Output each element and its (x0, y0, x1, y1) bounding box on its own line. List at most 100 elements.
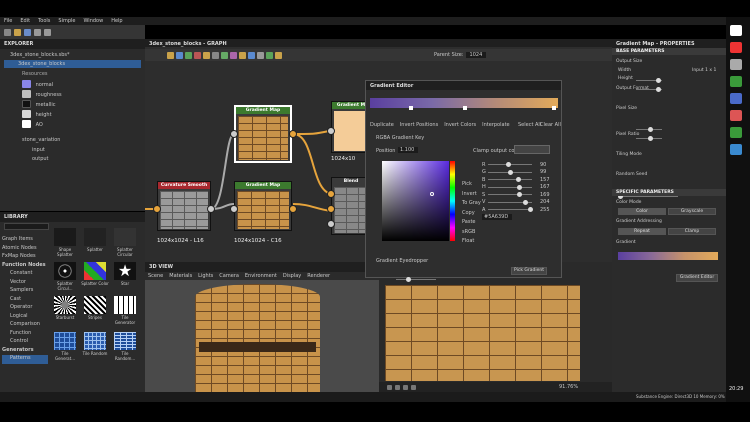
resource-normal[interactable]: normal (22, 80, 53, 88)
lib-cat-vector[interactable]: Vector (2, 279, 48, 288)
undo-icon[interactable] (34, 28, 41, 36)
taskbar-app-icon[interactable] (730, 25, 742, 36)
thumb-star[interactable]: ★ (114, 262, 136, 280)
resource-height[interactable]: height (22, 110, 52, 118)
lib-cat-comparison[interactable]: Comparison (2, 321, 48, 330)
node-output-port[interactable] (289, 205, 297, 213)
btn-invert-colors[interactable]: Invert Colors (444, 122, 476, 128)
menu-simple[interactable]: Simple (58, 18, 75, 24)
node-input-port[interactable] (327, 220, 335, 228)
lib-cat-logical[interactable]: Logical (2, 313, 48, 322)
channel-value[interactable]: 255 (540, 207, 550, 213)
thumb-splatter-circular-2[interactable] (54, 262, 76, 280)
channel-value[interactable]: 167 (540, 184, 550, 190)
color-mode-color-button[interactable]: Color (618, 208, 666, 215)
lib-cat-atomic[interactable]: Atomic Nodes (2, 245, 48, 254)
mode-paste[interactable]: Paste (462, 219, 481, 229)
color-picker-cursor[interactable] (430, 192, 434, 196)
width-value[interactable]: Input 1 x 1 (692, 68, 716, 73)
node-curvature-smooth[interactable]: Curvature Smooth (157, 181, 211, 231)
hue-strip[interactable] (450, 161, 455, 241)
pick-gradient-button[interactable]: Pick Gradient (511, 267, 547, 275)
properties-gradient-bar[interactable] (618, 252, 718, 260)
view3d-menu-environment[interactable]: Environment (245, 273, 277, 279)
menu-file[interactable]: File (4, 18, 12, 24)
btn-clear-all[interactable]: Clear All (540, 122, 561, 128)
lib-cat-cast[interactable]: Cast (2, 296, 48, 305)
explorer-graph[interactable]: 3dex_stone_blocks (4, 60, 141, 68)
2d-tool-icon[interactable] (395, 384, 400, 390)
resource-roughness[interactable]: roughness (22, 90, 62, 98)
taskbar-app-icon[interactable] (730, 42, 742, 53)
taskbar-app-icon[interactable] (730, 144, 742, 155)
taskbar-app-icon[interactable] (730, 76, 742, 87)
btn-interpolate[interactable]: Interpolate (482, 122, 509, 128)
thumb-tile-random-2[interactable] (114, 332, 136, 350)
thumb-splatter-color[interactable] (84, 262, 106, 280)
lib-cat-samplers[interactable]: Samplers (2, 287, 48, 296)
thumb-tile-generator-2[interactable] (54, 332, 76, 350)
new-file-icon[interactable] (4, 28, 11, 36)
2d-tool-icon[interactable] (387, 384, 392, 390)
eyedropper-slider[interactable] (396, 277, 436, 282)
node-output-port[interactable] (207, 205, 215, 213)
menu-edit[interactable]: Edit (20, 18, 30, 24)
node-gradient-map-2[interactable]: Gradient Map (234, 181, 292, 231)
explorer-input[interactable]: input (32, 147, 45, 153)
taskbar-app-icon[interactable] (730, 110, 742, 121)
lib-cat-function[interactable]: Function Nodes (2, 262, 48, 271)
3d-model-cylinder[interactable] (195, 284, 320, 392)
view2d-zoom[interactable]: 91.76% (559, 384, 578, 390)
random-seed-slider[interactable] (618, 194, 678, 199)
lib-cat-graph-items[interactable]: Graph Items (2, 236, 48, 245)
thumb-tile-generator[interactable] (114, 296, 136, 314)
thumb-stripes[interactable] (84, 296, 106, 314)
lib-cat-patterns[interactable]: Patterns (2, 355, 48, 364)
addressing-repeat-button[interactable]: Repeat (618, 228, 666, 235)
node-input-port[interactable] (327, 190, 335, 198)
view3d-menu-lights[interactable]: Lights (198, 273, 213, 279)
lib-cat-function-sub[interactable]: Function (2, 330, 48, 339)
menu-window[interactable]: Window (83, 18, 103, 24)
explorer-resources[interactable]: Resources (22, 71, 48, 77)
thumb-splatter[interactable] (84, 228, 106, 246)
explorer-variation[interactable]: stone_variation (22, 137, 60, 143)
view3d-menu-display[interactable]: Display (283, 273, 301, 279)
pixel-width-slider[interactable] (636, 127, 662, 132)
resource-ao[interactable]: AO (22, 120, 43, 128)
mode-srgb[interactable]: sRGB (462, 229, 481, 239)
lib-cat-fxmap[interactable]: FxMap Nodes (2, 253, 48, 262)
node-gradient-map-1[interactable]: Gradient Map (234, 105, 292, 163)
addressing-clamp-button[interactable]: Clamp (668, 228, 716, 235)
menu-help[interactable]: Help (111, 18, 122, 24)
gradient-key-handle[interactable] (463, 106, 467, 110)
mode-to-gray[interactable]: To Gray (462, 200, 481, 210)
thumb-starburst[interactable] (54, 296, 76, 314)
view3d-menu-renderer[interactable]: Renderer (307, 273, 330, 279)
node-output-port[interactable] (289, 130, 297, 138)
node-input-port[interactable] (230, 205, 238, 213)
channel-value[interactable]: 90 (540, 162, 546, 168)
gradient-key-handle[interactable] (552, 106, 556, 110)
gradient-key-handle[interactable] (409, 106, 413, 110)
btn-invert-positions[interactable]: Invert Positions (400, 122, 438, 128)
node-input-port[interactable] (327, 127, 335, 135)
save-icon[interactable] (24, 28, 31, 36)
position-input[interactable]: 1.100 (398, 147, 418, 153)
btn-select-all[interactable]: Select All (518, 122, 541, 128)
view3d-menu-materials[interactable]: Materials (169, 273, 192, 279)
explorer-output[interactable]: output (32, 156, 49, 162)
open-folder-icon[interactable] (14, 28, 21, 36)
thumb-splatter-circular[interactable] (114, 228, 136, 246)
explorer-file[interactable]: 3dex_stone_blocks.sbs* (10, 52, 70, 58)
taskbar-app-icon[interactable] (730, 93, 742, 104)
lib-cat-control[interactable]: Control (2, 338, 48, 347)
mode-copy[interactable]: Copy (462, 210, 481, 220)
thumb-shape-splatter[interactable] (54, 228, 76, 246)
width-slider[interactable] (636, 78, 662, 83)
node-input-port[interactable] (327, 205, 335, 213)
thumb-tile-random[interactable] (84, 332, 106, 350)
2d-tool-icon[interactable] (411, 384, 416, 390)
view3d-menu-scene[interactable]: Scene (148, 273, 163, 279)
node-input-port[interactable] (153, 205, 161, 213)
